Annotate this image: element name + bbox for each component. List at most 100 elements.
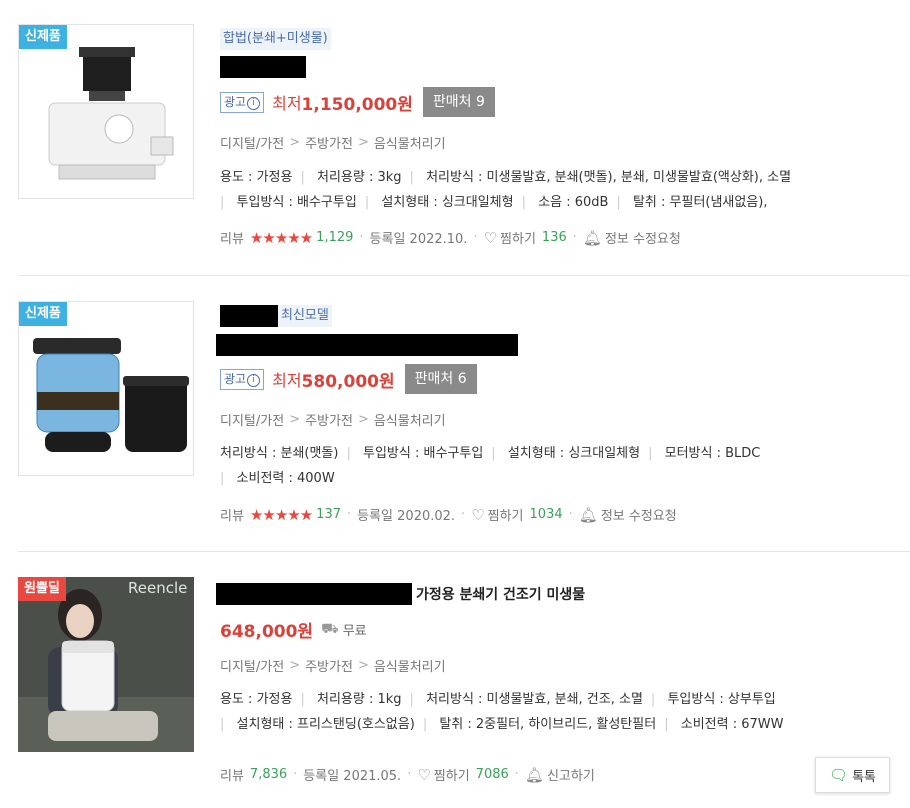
- food-disposer-image: [48, 47, 174, 180]
- spec: 설치형태 : 싱크대일체형: [381, 195, 514, 210]
- spec-line-2: | 투입방식 : 배수구투입 | 설치형태 : 싱크대일체형 | 소음 : 60dB…: [220, 195, 768, 210]
- redacted-title[interactable]: [220, 56, 306, 78]
- heart-icon[interactable]: ♡: [484, 229, 497, 247]
- spec-line-1: 용도 : 가정용 | 처리용량 : 1kg | 처리방식 : 미생물발효, 분쇄, …: [220, 692, 776, 707]
- price[interactable]: 1,150,000원: [302, 90, 413, 115]
- review-count[interactable]: 137: [316, 507, 341, 522]
- talk-talk-button[interactable]: 🗨︎ 톡톡: [815, 757, 890, 793]
- redacted-title[interactable]: [216, 583, 412, 605]
- category-level-3[interactable]: 음식물처리기: [374, 133, 446, 152]
- category-level-2[interactable]: 주방가전: [305, 656, 353, 675]
- spec: 모터방식 : BLDC: [664, 446, 761, 461]
- registration-date: 등록일 2022.10.: [369, 232, 468, 247]
- spec: 처리방식 : 미생물발효, 분쇄(맷돌), 분쇄, 미생물발효(액상화), 소멸: [426, 170, 792, 185]
- spec: 처리방식 : 분쇄(맷돌): [220, 446, 339, 461]
- meta-row: 리뷰 ★★★★★ 1,129 · 등록일 2022.10. · ♡ 찜하기 13…: [220, 228, 681, 248]
- category-level-2[interactable]: 주방가전: [305, 410, 353, 429]
- category-breadcrumb: 디지털/가전 > 주방가전 > 음식물처리기: [220, 410, 446, 429]
- spec: 투입방식 : 상부투입: [667, 692, 776, 707]
- spec-line-2: | 설치형태 : 프리스탠딩(호스없음) | 탈취 : 2중필터, 하이브리드, …: [220, 717, 784, 732]
- seller-count-button[interactable]: 판매처 9: [422, 87, 495, 117]
- wish-label[interactable]: 찜하기: [434, 765, 470, 784]
- spec: 용도 : 가정용: [220, 692, 293, 707]
- spec: 투입방식 : 배수구투입: [236, 195, 357, 210]
- spec: 탈취 : 2중필터, 하이브리드, 활성탄필터: [439, 717, 657, 732]
- rating-stars: ★★★★★: [249, 505, 313, 524]
- meta-row: 리뷰 7,836 · 등록일 2021.05. · ♡ 찜하기 7086 · 🔔…: [220, 765, 595, 785]
- image-brand-text: Reencle: [128, 579, 188, 597]
- info-icon: i: [247, 373, 261, 387]
- seller-count-button[interactable]: 판매처 6: [404, 364, 477, 394]
- review-count[interactable]: 7,836: [250, 767, 287, 782]
- category-level-1[interactable]: 디지털/가전: [220, 133, 284, 152]
- wish-count: 1034: [529, 507, 563, 522]
- heart-icon[interactable]: ♡: [471, 506, 484, 524]
- registration-date: 등록일 2020.02.: [357, 509, 456, 524]
- redacted-brand[interactable]: [220, 305, 278, 327]
- shipping-fee: 무료: [342, 624, 367, 639]
- redacted-title[interactable]: [216, 334, 518, 356]
- spec: 투입방식 : 배수구투입: [363, 446, 484, 461]
- talk-talk-label: 톡톡: [852, 769, 876, 785]
- spec: 처리용량 : 3kg: [316, 170, 402, 185]
- ad-label[interactable]: 광고 i: [220, 368, 265, 390]
- wish-count: 136: [541, 230, 567, 245]
- meta-row: 리뷰 ★★★★★ 137 · 등록일 2020.02. · ♡ 찜하기 1034…: [220, 505, 677, 525]
- spec: 처리방식 : 미생물발효, 분쇄, 건조, 소멸: [426, 692, 643, 707]
- report-link[interactable]: 정보 수정요청: [601, 505, 677, 524]
- review-label: 리뷰: [220, 769, 244, 784]
- category-breadcrumb: 디지털/가전 > 주방가전 > 음식물처리기: [220, 133, 446, 152]
- price[interactable]: 580,000원: [302, 367, 395, 392]
- category-level-1[interactable]: 디지털/가전: [220, 410, 284, 429]
- category-breadcrumb: 디지털/가전 > 주방가전 > 음식물처리기: [220, 656, 446, 675]
- rating-stars: ★★★★★: [249, 228, 313, 247]
- product-image[interactable]: 신제품: [18, 24, 194, 199]
- product-tag: 최신모델: [278, 305, 332, 327]
- report-link[interactable]: 신고하기: [547, 765, 595, 784]
- wish-count: 7086: [475, 767, 509, 782]
- spec: 소비전력 : 67WW: [680, 717, 784, 732]
- wish-label[interactable]: 찜하기: [500, 228, 536, 247]
- spec: 설치형태 : 프리스탠딩(호스없음): [236, 717, 415, 732]
- price-prefix: 최저: [272, 94, 302, 113]
- bell-icon[interactable]: 🔔︎: [525, 766, 544, 784]
- spec: 탈취 : 무필터(냄새없음),: [632, 195, 768, 210]
- report-link[interactable]: 정보 수정요청: [605, 228, 681, 247]
- info-icon: i: [247, 96, 261, 110]
- review-label: 리뷰: [220, 509, 244, 524]
- truck-icon: ⛟: [321, 620, 339, 637]
- spec-line-1: 용도 : 가정용 | 처리용량 : 3kg | 처리방식 : 미생물발효, 분쇄(맷…: [220, 170, 792, 185]
- spec: 소비전력 : 400W: [236, 471, 335, 486]
- category-level-1[interactable]: 디지털/가전: [220, 656, 284, 675]
- bell-icon[interactable]: 🔔︎: [583, 229, 602, 247]
- spec: 용도 : 가정용: [220, 170, 293, 185]
- product-image[interactable]: 원쁠딜 Reencle: [18, 577, 194, 752]
- spec: 설치형태 : 싱크대일체형: [507, 446, 641, 461]
- product-title[interactable]: 가정용 분쇄기 건조기 미생물: [416, 584, 585, 604]
- chat-icon: 🗨︎: [829, 766, 849, 784]
- review-label: 리뷰: [220, 232, 244, 247]
- food-disposer-image: [33, 338, 189, 452]
- item-divider: [18, 275, 910, 276]
- price-prefix: 최저: [272, 371, 302, 390]
- category-level-3[interactable]: 음식물처리기: [374, 410, 446, 429]
- bell-icon[interactable]: 🔔︎: [579, 506, 598, 524]
- heart-icon[interactable]: ♡: [417, 766, 430, 784]
- spec: 처리용량 : 1kg: [316, 692, 402, 707]
- product-photo: [18, 577, 194, 752]
- new-product-badge: 신제품: [19, 25, 67, 49]
- category-level-2[interactable]: 주방가전: [305, 133, 353, 152]
- wish-label[interactable]: 찜하기: [488, 505, 524, 524]
- ad-label[interactable]: 광고 i: [220, 91, 265, 113]
- category-level-3[interactable]: 음식물처리기: [374, 656, 446, 675]
- spec-line-1: 처리방식 : 분쇄(맷돌) | 투입방식 : 배수구투입 | 설치형태 : 싱크대일…: [220, 446, 761, 461]
- spec: 소음 : 60dB: [538, 195, 609, 210]
- product-image[interactable]: 신제품: [18, 301, 194, 476]
- review-count[interactable]: 1,129: [316, 230, 353, 245]
- spec-line-2: | 소비전력 : 400W: [220, 471, 335, 486]
- new-product-badge: 신제품: [19, 302, 67, 326]
- registration-date: 등록일 2021.05.: [303, 769, 402, 784]
- price[interactable]: 648,000원: [220, 617, 313, 642]
- product-tag: 합법(분쇄+미생물): [220, 28, 331, 50]
- one-plus-deal-badge: 원쁠딜: [18, 577, 66, 601]
